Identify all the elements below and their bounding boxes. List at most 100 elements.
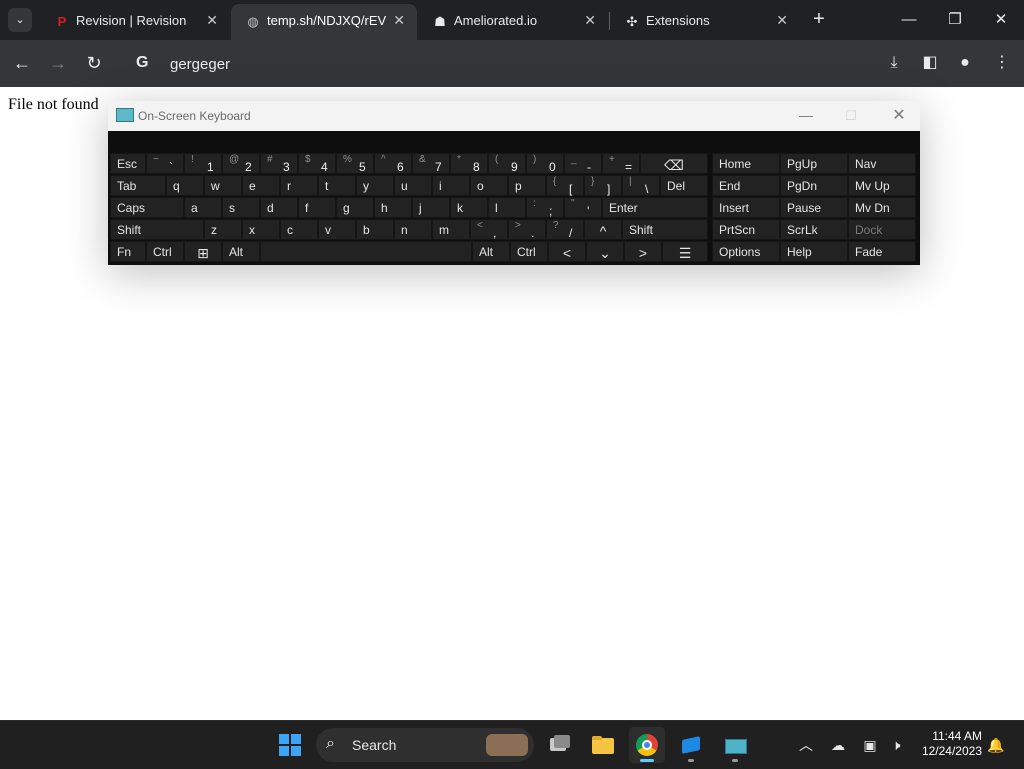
osk-key[interactable]: ~ ` (146, 153, 184, 174)
osk-key[interactable]: i (432, 175, 470, 196)
task-view-button[interactable] (541, 727, 577, 763)
osk-key[interactable]: Tab (110, 175, 166, 196)
osk-spacebar[interactable] (260, 241, 472, 262)
osk-key[interactable]: }] (584, 175, 622, 196)
osk-nav-key[interactable]: PrtScn (712, 219, 780, 240)
osk-nav-key[interactable]: Mv Dn (848, 197, 916, 218)
osk-key[interactable]: Caps (110, 197, 184, 218)
osk-nav-key[interactable]: Mv Up (848, 175, 916, 196)
osk-key[interactable]: " ' (564, 197, 602, 218)
osk-key[interactable]: z (204, 219, 242, 240)
osk-key[interactable]: $4 (298, 153, 336, 174)
osk-key[interactable]: #3 (260, 153, 298, 174)
osk-key[interactable]: & 7 (412, 153, 450, 174)
osk-key[interactable]: @2 (222, 153, 260, 174)
osk-key[interactable]: s (222, 197, 260, 218)
osk-nav-key[interactable]: Fade (848, 241, 916, 262)
osk-key[interactable]: >. (508, 219, 546, 240)
osk-key[interactable]: ⌫ (640, 153, 708, 174)
osk-key[interactable]: n (394, 219, 432, 240)
osk-close-button[interactable]: ✕ (884, 101, 914, 131)
start-button[interactable] (279, 734, 301, 756)
osk-taskbar-button[interactable] (717, 727, 753, 763)
osk-key[interactable]: <, (470, 219, 508, 240)
volume-muted-icon[interactable]: 🕨 (886, 735, 906, 755)
side-panel-button[interactable]: ◧ (917, 50, 943, 76)
osk-key[interactable]: Shift (110, 219, 204, 240)
osk-key[interactable]: h (374, 197, 412, 218)
download-button[interactable]: ⤓ (881, 50, 907, 76)
onedrive-icon[interactable]: ☁ (828, 735, 848, 755)
osk-key[interactable]: (9 (488, 153, 526, 174)
osk-nav-key[interactable]: Help (780, 241, 848, 262)
osk-nav-key[interactable]: ScrLk (780, 219, 848, 240)
tab-ameliorated[interactable]: ☗ Ameliorated.io ✕ (418, 4, 608, 40)
network-icon[interactable]: ▣ (860, 735, 880, 755)
osk-nav-key[interactable]: Pause (780, 197, 848, 218)
osk-key[interactable]: Alt (472, 241, 510, 262)
osk-key[interactable]: Fn (110, 241, 146, 262)
menu-button[interactable]: ⋮ (989, 50, 1015, 76)
osk-nav-key[interactable]: Nav (848, 153, 916, 174)
osk-key[interactable]: ⌄ (586, 241, 624, 262)
osk-key[interactable]: ☰ (662, 241, 708, 262)
reload-button[interactable]: ↻ (81, 50, 107, 76)
osk-key[interactable]: l (488, 197, 526, 218)
osk-key[interactable]: ^ 6 (374, 153, 412, 174)
osk-key[interactable]: Alt (222, 241, 260, 262)
omnibox[interactable]: G gergeger (116, 42, 874, 87)
omnibox-text[interactable]: gergeger (170, 56, 230, 73)
osk-key[interactable]: Esc (110, 153, 146, 174)
osk-minimize-button[interactable]: — (788, 101, 824, 131)
osk-key[interactable]: o (470, 175, 508, 196)
close-icon[interactable]: ✕ (584, 12, 596, 29)
new-tab-button[interactable]: + (808, 8, 830, 30)
tab-extensions[interactable]: ✣ Extensions ✕ (610, 4, 800, 40)
back-button[interactable]: ← (9, 50, 35, 76)
osk-key[interactable]: ! 1 (184, 153, 222, 174)
osk-key[interactable]: + = (602, 153, 640, 174)
osk-nav-key[interactable]: PgUp (780, 153, 848, 174)
osk-key[interactable]: r (280, 175, 318, 196)
notifications-button[interactable]: 🔔 (986, 735, 1006, 755)
osk-key[interactable]: ^ (584, 219, 622, 240)
osk-key[interactable]: {[ (546, 175, 584, 196)
close-icon[interactable]: ✕ (776, 12, 788, 29)
close-window-button[interactable]: ✕ (978, 0, 1024, 40)
osk-key[interactable]: ) 0 (526, 153, 564, 174)
osk-key[interactable]: :; (526, 197, 564, 218)
clock[interactable]: 11:44 AM 12/24/2023 (916, 729, 982, 759)
osk-key[interactable]: Shift (622, 219, 708, 240)
osk-key[interactable]: d (260, 197, 298, 218)
osk-key[interactable]: % 5 (336, 153, 374, 174)
osk-key[interactable]: Ctrl (510, 241, 548, 262)
osk-key[interactable]: c (280, 219, 318, 240)
close-icon[interactable]: ✕ (206, 12, 218, 29)
forward-button[interactable]: → (45, 50, 71, 76)
app-button-blue[interactable] (673, 727, 709, 763)
osk-nav-key[interactable]: Home (712, 153, 780, 174)
osk-key[interactable]: | \ (622, 175, 660, 196)
osk-key[interactable]: _ - (564, 153, 602, 174)
osk-key[interactable]: e (242, 175, 280, 196)
restore-button[interactable]: ❐ (932, 0, 978, 40)
osk-nav-key[interactable]: Options (712, 241, 780, 262)
osk-nav-key[interactable]: PgDn (780, 175, 848, 196)
osk-key[interactable]: * 8 (450, 153, 488, 174)
osk-key[interactable]: t (318, 175, 356, 196)
osk-key[interactable]: p (508, 175, 546, 196)
osk-key[interactable]: m (432, 219, 470, 240)
osk-key[interactable]: q (166, 175, 204, 196)
osk-key[interactable]: y (356, 175, 394, 196)
tab-revision[interactable]: P Revision | Revision ✕ (40, 4, 230, 40)
osk-key[interactable]: ⊞ (184, 241, 222, 262)
osk-key[interactable]: u (394, 175, 432, 196)
chrome-button[interactable] (629, 727, 665, 763)
minimize-button[interactable]: — (886, 0, 932, 40)
osk-key[interactable]: j (412, 197, 450, 218)
tab-temp-sh[interactable]: ◍ temp.sh/NDJXQ/rEVI-p ✕ (231, 4, 417, 40)
osk-key[interactable]: < (548, 241, 586, 262)
osk-key[interactable]: x (242, 219, 280, 240)
osk-titlebar[interactable]: On-Screen Keyboard — ☐ ✕ (108, 101, 920, 131)
osk-key[interactable]: Del (660, 175, 708, 196)
